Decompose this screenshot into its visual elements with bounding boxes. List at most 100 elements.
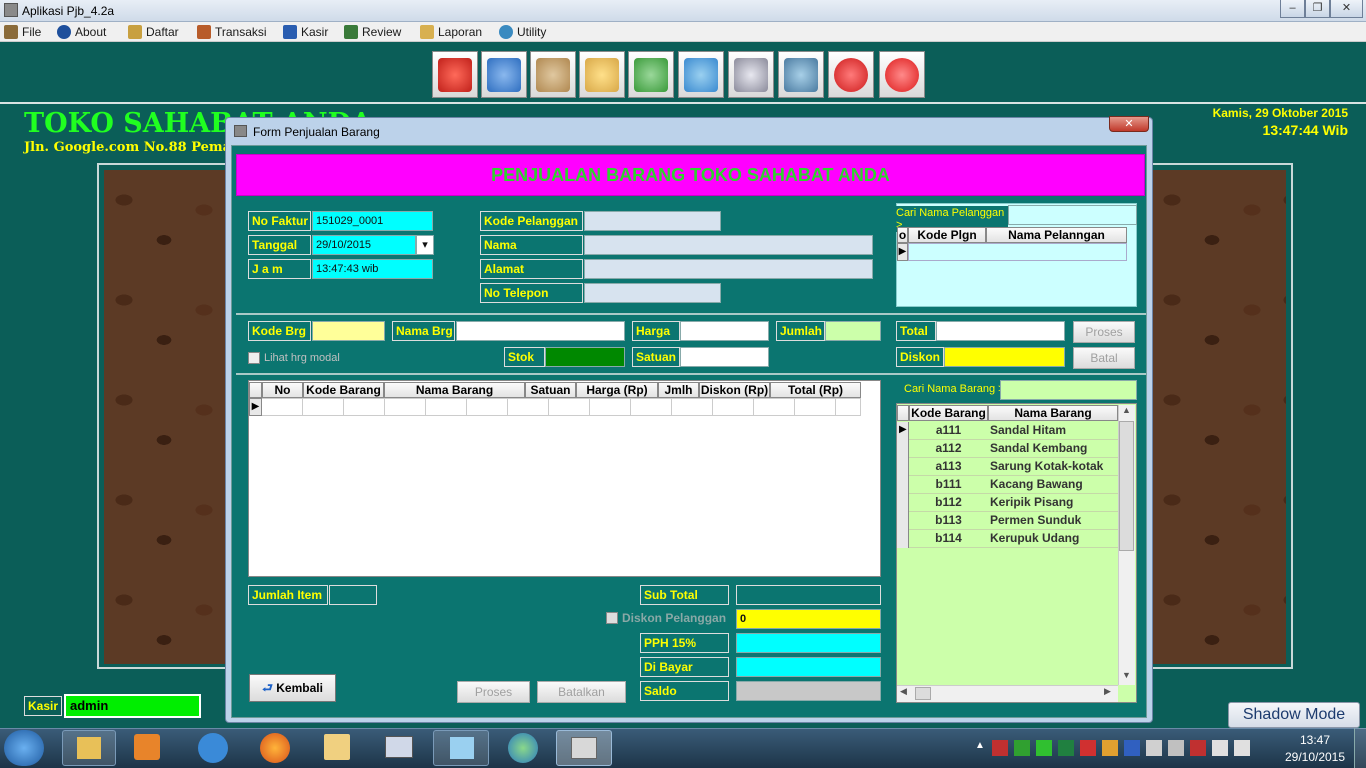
sales-grid-header-harga[interactable]: Harga (Rp) — [576, 382, 658, 398]
show-hidden-icons[interactable]: ▲ — [975, 740, 985, 751]
tray-icon[interactable] — [1168, 740, 1184, 756]
barang-row[interactable]: b111 Kacang Bawang — [909, 476, 1118, 494]
nama-field[interactable] — [584, 235, 873, 255]
sales-grid-row[interactable] — [262, 398, 861, 416]
toolbar-power-button[interactable] — [879, 51, 925, 98]
no-faktur-field[interactable]: 151029_0001 — [312, 211, 433, 231]
tray-icon[interactable] — [1058, 740, 1074, 756]
menu-review[interactable]: Review — [344, 24, 401, 40]
pelanggan-grid-header-nama[interactable]: Nama Pelanngan — [986, 227, 1127, 243]
toolbar-stop-button[interactable] — [828, 51, 874, 98]
sales-grid-header-kode[interactable]: Kode Barang — [303, 382, 384, 398]
notepad-icon[interactable] — [324, 734, 350, 760]
sales-grid-header-nama[interactable]: Nama Barang — [384, 382, 525, 398]
sales-grid-header-no[interactable]: No — [262, 382, 303, 398]
toolbar-cart-button[interactable] — [728, 51, 774, 98]
volume-icon[interactable] — [1212, 740, 1228, 756]
toolbar-money-button[interactable] — [530, 51, 576, 98]
proses-bottom-button[interactable]: Proses — [457, 681, 530, 703]
tray-icon[interactable] — [1080, 740, 1096, 756]
barang-row[interactable]: b113 Permen Sunduk — [909, 512, 1118, 530]
taskbar-app-button[interactable] — [433, 730, 489, 766]
window-app-icon[interactable] — [385, 736, 413, 758]
saldo-field[interactable] — [736, 681, 881, 701]
media-player-icon[interactable] — [134, 734, 160, 760]
menu-daftar[interactable]: Daftar — [128, 24, 179, 40]
start-button[interactable] — [4, 730, 44, 766]
sales-grid-header-total[interactable]: Total (Rp) — [770, 382, 861, 398]
barang-row[interactable]: a112 Sandal Kembang — [909, 440, 1118, 458]
kode-pelanggan-field[interactable] — [584, 211, 721, 231]
scroll-right-icon[interactable]: ▶ — [1104, 686, 1111, 697]
barang-row[interactable]: b114 Kerupuk Udang — [909, 530, 1118, 548]
toolbar-cashier-button[interactable] — [678, 51, 724, 98]
diskon-field[interactable] — [944, 347, 1065, 367]
close-button[interactable]: ✕ — [1330, 0, 1363, 18]
menu-laporan[interactable]: Laporan — [420, 24, 482, 40]
barang-grid-header-nama[interactable]: Nama Barang — [988, 405, 1118, 421]
sales-grid-header-satuan[interactable]: Satuan — [525, 382, 576, 398]
menu-about[interactable]: About — [57, 24, 106, 40]
taskbar-explorer-button[interactable] — [62, 730, 116, 766]
clock-time[interactable]: 13:47 — [1282, 733, 1348, 747]
sales-grid-header-jmlh[interactable]: Jmlh — [658, 382, 699, 398]
menu-transaksi[interactable]: Transaksi — [197, 24, 267, 40]
kode-brg-field[interactable] — [312, 321, 385, 341]
jam-field[interactable]: 13:47:43 wib — [312, 259, 433, 279]
tray-icon[interactable] — [992, 740, 1008, 756]
h-scroll-thumb[interactable] — [915, 687, 931, 700]
restore-button[interactable]: ❐ — [1305, 0, 1330, 18]
lihat-modal-checkbox[interactable] — [248, 352, 260, 364]
network-icon[interactable] — [1190, 740, 1206, 756]
minimize-button[interactable]: ‒ — [1280, 0, 1305, 18]
show-desktop-button[interactable] — [1354, 728, 1366, 768]
toolbar-box-button[interactable] — [579, 51, 625, 98]
kembali-button[interactable]: ⮐ Kembali — [249, 674, 336, 702]
no-telepon-field[interactable] — [584, 283, 721, 303]
toolbar-user-button[interactable] — [481, 51, 527, 98]
batalkan-button[interactable]: Batalkan — [537, 681, 626, 703]
cari-pelanggan-input[interactable] — [1008, 205, 1137, 225]
tray-icon[interactable] — [1102, 740, 1118, 756]
diskon-pelanggan-checkbox[interactable] — [606, 612, 618, 624]
barang-row[interactable]: a111 Sandal Hitam — [909, 422, 1118, 440]
scroll-down-icon[interactable]: ▼ — [1119, 670, 1134, 684]
barang-row[interactable]: a113 Sarung Kotak-kotak — [909, 458, 1118, 476]
pelanggan-grid-row[interactable] — [908, 243, 1127, 261]
proses-top-button[interactable]: Proses — [1073, 321, 1135, 343]
firefox-icon[interactable] — [260, 733, 290, 763]
tanggal-dropdown-icon[interactable]: ▾ — [416, 235, 434, 255]
tray-icon[interactable] — [1014, 740, 1030, 756]
scroll-up-icon[interactable]: ▲ — [1119, 405, 1134, 419]
sub-total-field[interactable] — [736, 585, 881, 605]
tray-icon[interactable] — [1146, 740, 1162, 756]
clock-date[interactable]: 29/10/2015 — [1282, 750, 1348, 764]
pelanggan-grid-header-kode[interactable]: Kode Plgn — [908, 227, 986, 243]
toolbar-robot-button[interactable] — [778, 51, 824, 98]
bluetooth-icon[interactable] — [1124, 740, 1140, 756]
jumlah-field[interactable] — [825, 321, 881, 341]
menu-utility[interactable]: Utility — [499, 24, 546, 40]
tray-icon[interactable] — [1234, 740, 1250, 756]
taskbar-pjb-button[interactable] — [556, 730, 612, 766]
cari-barang-input[interactable] — [1000, 380, 1137, 400]
barang-grid-header-kode[interactable]: Kode Barang — [909, 405, 988, 421]
tanggal-field[interactable]: 29/10/2015 — [312, 235, 416, 255]
internet-explorer-icon[interactable] — [198, 733, 228, 763]
toolbar-truck-button[interactable] — [628, 51, 674, 98]
barang-row[interactable]: b112 Keripik Pisang — [909, 494, 1118, 512]
tray-icon[interactable] — [1036, 740, 1052, 756]
stok-field[interactable] — [545, 347, 625, 367]
form-close-button[interactable]: ✕ — [1109, 116, 1149, 132]
shadow-mode-button[interactable]: Shadow Mode — [1228, 702, 1360, 728]
di-bayar-field[interactable] — [736, 657, 881, 677]
batal-button[interactable]: Batal — [1073, 347, 1135, 369]
menu-kasir[interactable]: Kasir — [283, 24, 328, 40]
satuan-field[interactable] — [680, 347, 769, 367]
scroll-thumb[interactable] — [1119, 421, 1134, 551]
alamat-field[interactable] — [584, 259, 873, 279]
menu-file[interactable]: File — [4, 24, 41, 40]
toolbar-close-app-button[interactable] — [432, 51, 478, 98]
globe-icon[interactable] — [508, 733, 538, 763]
nama-brg-field[interactable] — [456, 321, 625, 341]
